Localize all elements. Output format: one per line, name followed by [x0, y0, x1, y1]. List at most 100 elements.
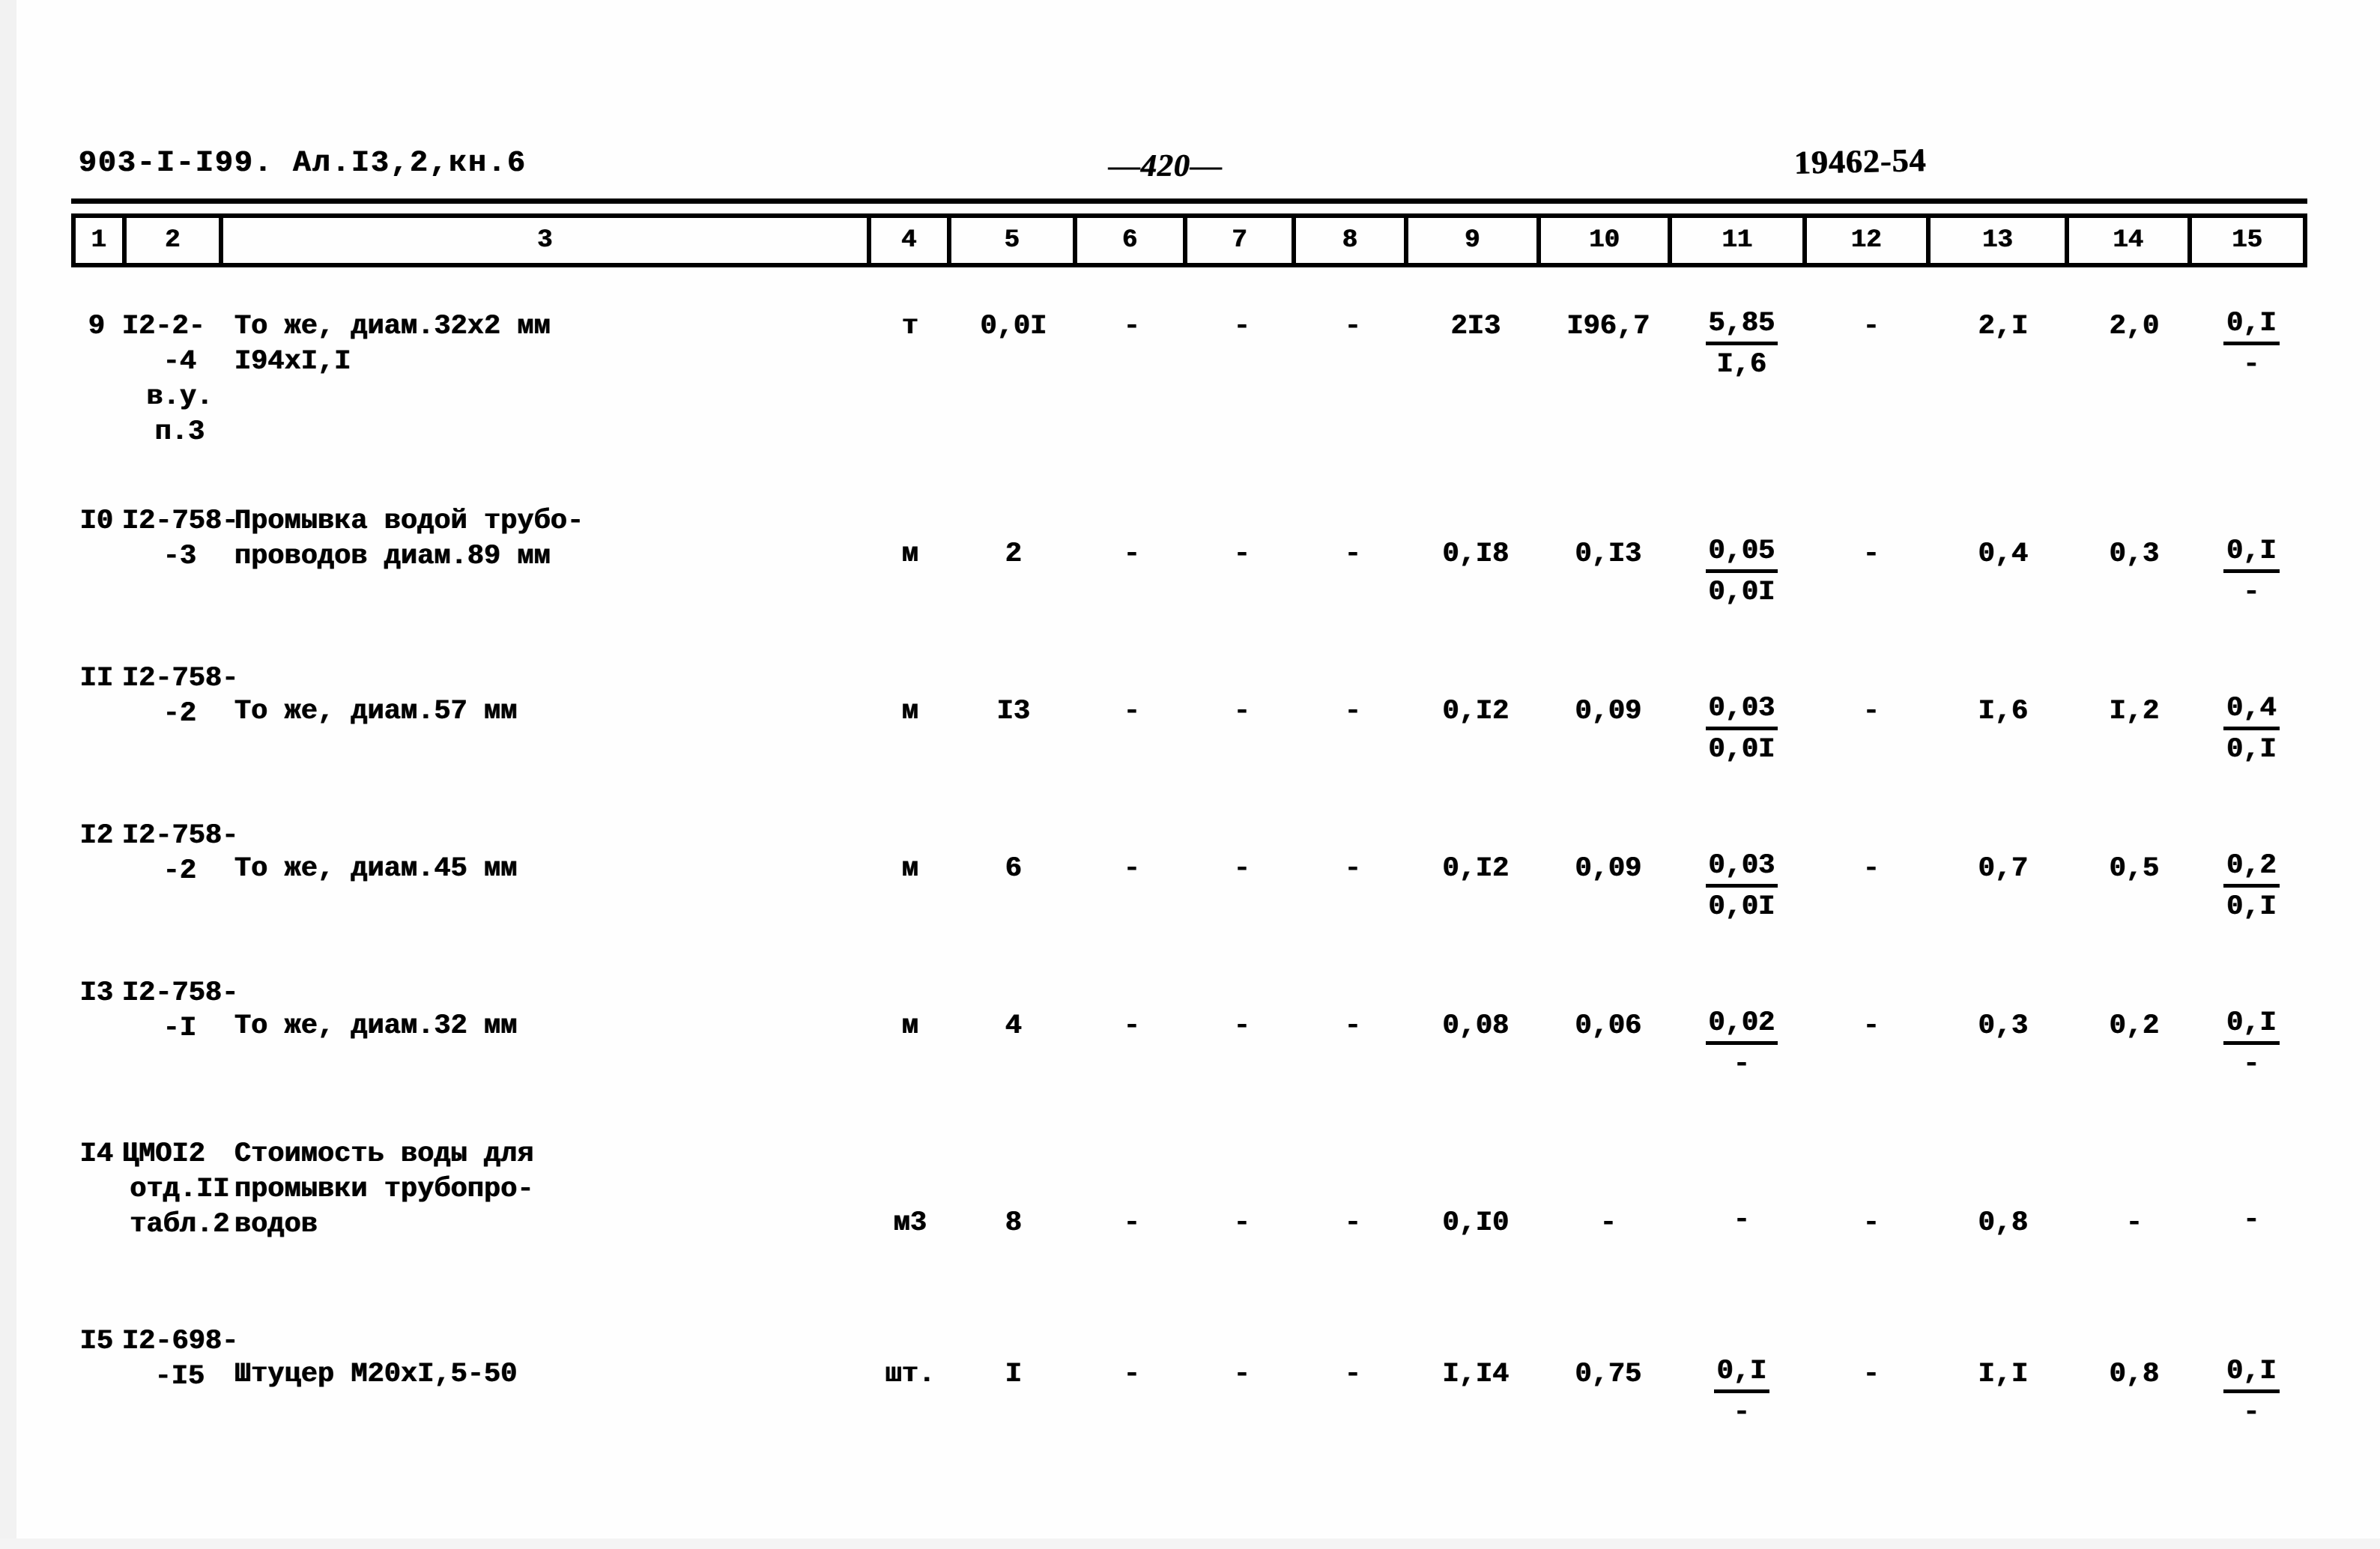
column-number-14: 14: [2069, 218, 2192, 263]
description-line: То же, диам.57 мм: [234, 696, 518, 727]
fraction-numerator: 0,I: [2223, 306, 2280, 345]
column-number-9: 9: [1408, 218, 1542, 263]
column-number-6: 6: [1077, 218, 1187, 263]
column-number-10: 10: [1541, 218, 1673, 263]
scan-edge-bottom: [0, 1539, 2380, 1549]
row-norm-code: I2-758- -2: [122, 819, 239, 889]
row-value-6: -: [1123, 311, 1141, 342]
row-value-11-fraction: 5,85 I,6: [1674, 306, 1809, 383]
description-line: Промывка водой трубо-: [234, 506, 584, 537]
row-value-11-fraction: -: [1674, 1203, 1809, 1238]
row-value-7: -: [1233, 1207, 1251, 1239]
column-number-12: 12: [1807, 218, 1931, 263]
row-value-11-fraction: 0,03 0,0I: [1674, 849, 1809, 925]
row-value-11-fraction: 0,I -: [1674, 1354, 1809, 1431]
description-line: То же, диам.45 мм: [234, 853, 518, 885]
fraction-denominator: I,6: [1716, 349, 1767, 381]
row-value-8: -: [1344, 696, 1362, 727]
row-value-10: 0,I3: [1575, 539, 1642, 570]
column-number-15: 15: [2232, 226, 2263, 255]
norm-code-line: в.у.: [146, 381, 214, 413]
row-value-6: -: [1123, 853, 1141, 885]
fraction-numerator: -: [2243, 1204, 2260, 1236]
column-number-11: 11: [1672, 218, 1807, 263]
row-value-15-fraction: 0,4 0,I: [2196, 691, 2307, 768]
norm-code-line: -I5: [154, 1361, 205, 1392]
row-value-7: -: [1233, 696, 1251, 727]
row-value-13: 0,7: [1978, 853, 2029, 885]
row-description: То же, диам.32 мм: [234, 1009, 885, 1044]
header-rule: [71, 198, 2307, 204]
row-value-7: -: [1233, 539, 1251, 570]
row-value-14: 0,2: [2109, 1010, 2160, 1042]
row-value-8: -: [1344, 1207, 1362, 1239]
page-number: —420—: [1109, 149, 1223, 184]
row-value-10: 0,75: [1575, 1359, 1642, 1390]
row-value-7: -: [1233, 311, 1251, 342]
column-number-13: 13: [1931, 218, 2070, 263]
description-line: промывки трубопро-: [234, 1174, 534, 1205]
row-item-number: 9: [88, 311, 106, 342]
fraction-numerator: 0,4: [2223, 691, 2280, 730]
column-number-2: 2: [127, 218, 224, 263]
fraction-numerator: 0,03: [1705, 691, 1778, 730]
row-value-11-fraction: 0,02 -: [1674, 1006, 1809, 1082]
table-row: I5 I2-698- -I5 Штуцер М20хI,5-50 шт. I - - - I,I4…: [71, 1318, 2307, 1446]
row-value-9: 0,I8: [1442, 539, 1510, 570]
row-value-9: 0,I2: [1442, 853, 1510, 885]
norm-code-line: табл.2: [130, 1209, 230, 1240]
norm-code-line: -2: [163, 698, 197, 730]
row-description: То же, диам.32х2 мм I94хI,I: [234, 309, 885, 380]
row-value-11-fraction: 0,05 0,0I: [1674, 534, 1809, 610]
norm-code-line: I2-698-: [122, 1326, 239, 1357]
row-description: То же, диам.57 мм: [234, 694, 885, 730]
row-quantity: 6: [1005, 853, 1023, 885]
row-value-12: -: [1862, 1010, 1880, 1042]
row-value-14: 0,8: [2109, 1359, 2160, 1390]
row-norm-code: ЦМОI2 отд.II табл.2: [122, 1137, 237, 1243]
row-value-13: 0,8: [1978, 1207, 2029, 1239]
row-quantity: 8: [1005, 1207, 1023, 1239]
row-value-10: 0,06: [1575, 1010, 1642, 1042]
description-line: I94хI,I: [234, 346, 351, 378]
table-column-number-row: 1 2 3 4 5 6 7 8 9 10 11 12 13 14 15: [71, 213, 2307, 267]
row-value-13: I,I: [1978, 1359, 2029, 1390]
fraction-numerator: 0,2: [2223, 849, 2280, 888]
row-value-10: 0,09: [1575, 853, 1642, 885]
row-quantity: I: [1005, 1359, 1023, 1390]
row-unit: м3: [893, 1207, 927, 1239]
row-description: Штуцер М20хI,5-50: [234, 1357, 885, 1392]
norm-code-line: -4: [163, 346, 197, 378]
table-row: I2 I2-758- -2 То же, диам.45 мм м 6- - -0,I2 0,0…: [71, 813, 2307, 940]
row-value-15-fraction: 0,I -: [2196, 1354, 2307, 1431]
fraction-denominator: 0,0I: [1708, 577, 1775, 608]
fraction-numerator: -: [1733, 1204, 1751, 1236]
row-item-number: I2: [79, 820, 114, 852]
archive-stamp-number: 19462-54: [1793, 142, 1928, 181]
row-value-9: 0,08: [1442, 1010, 1510, 1042]
row-unit: м: [901, 853, 919, 885]
row-value-6: -: [1123, 1359, 1141, 1390]
row-value-6: -: [1123, 539, 1141, 570]
row-value-7: -: [1233, 1010, 1251, 1042]
fraction-denominator: -: [2243, 1397, 2260, 1428]
row-value-14: 0,3: [2109, 539, 2160, 570]
row-unit: м: [901, 696, 919, 727]
row-unit: шт.: [885, 1359, 936, 1390]
norm-code-line: I2-758-: [122, 506, 239, 537]
row-description: Стоимость воды для промывки трубопро-водо…: [234, 1137, 885, 1243]
row-item-number: II: [79, 663, 114, 694]
table-row: I4 ЦМОI2 отд.II табл.2 Стоимость воды для про…: [71, 1131, 2307, 1288]
row-value-12: -: [1862, 1359, 1880, 1390]
description-line: Стоимость воды для: [234, 1139, 534, 1170]
fraction-denominator: -: [2243, 577, 2260, 608]
column-number-1: 1: [76, 218, 127, 263]
fraction-denominator: 0,0I: [1708, 891, 1775, 923]
fraction-numerator: 0,02: [1705, 1006, 1778, 1045]
scanned-page: 903-I-I99. Ал.I3,2,кн.6 —420— 19462-54 1…: [0, 0, 2380, 1549]
norm-code-line: I2-758-: [122, 820, 239, 852]
row-value-12: -: [1862, 539, 1880, 570]
column-number-3: 3: [223, 218, 871, 263]
row-norm-code: I2-2- -4 в.у. п.3: [122, 309, 237, 450]
fraction-denominator: -: [1733, 1049, 1751, 1080]
